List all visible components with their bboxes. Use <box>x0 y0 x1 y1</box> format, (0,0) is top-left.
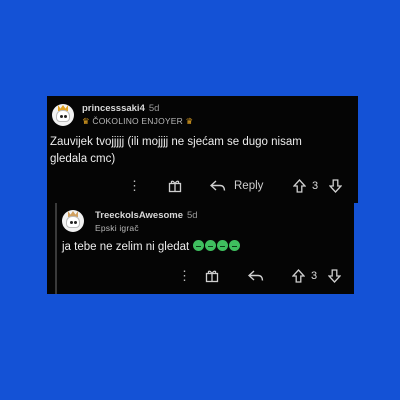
thread-line <box>55 203 57 294</box>
upvote-arrow-icon[interactable] <box>291 178 307 194</box>
crown-emoji-icon: ♛ <box>82 116 90 126</box>
reply-button[interactable] <box>247 268 265 284</box>
upvote-arrow-icon[interactable] <box>290 268 306 284</box>
downvote-arrow-icon[interactable] <box>327 178 343 194</box>
award-icon[interactable] <box>204 268 220 284</box>
crown-emoji-icon: ♛ <box>185 116 194 126</box>
downvote-arrow-icon[interactable] <box>326 268 342 284</box>
user-avatar[interactable] <box>62 210 84 232</box>
vote-count: 3 <box>311 180 319 192</box>
reply-arrow-icon <box>248 270 264 281</box>
award-icon[interactable] <box>167 178 183 194</box>
green-face-emoji-icon <box>217 240 229 251</box>
user-flair: Epski igrač <box>95 223 139 233</box>
reply-arrow-icon <box>210 180 226 191</box>
comment-body: Zauvijek tvojjjjj (ili mojjjj ne sjećam … <box>50 136 302 165</box>
comment-card: princesssaki4 5d ♛ ČOKOLINO ENJOYER ♛ Zau… <box>47 96 358 203</box>
more-options-icon[interactable]: ⋮ <box>127 178 143 194</box>
user-avatar[interactable] <box>52 104 74 126</box>
username[interactable]: princesssaki4 5d <box>82 103 159 114</box>
reply-button[interactable]: Reply <box>210 178 268 194</box>
comment-body: ja tebe ne zelim ni gledat <box>62 239 347 256</box>
comment-actions: ⋮ 3 <box>47 268 354 284</box>
comment-actions: ⋮ Reply 3 <box>47 178 358 194</box>
comment-age: 5d <box>187 210 198 221</box>
comment-age: 5d <box>148 103 160 114</box>
vote-count: 3 <box>310 270 318 282</box>
more-options-icon[interactable]: ⋮ <box>177 268 193 284</box>
user-flair: ♛ ČOKOLINO ENJOYER ♛ <box>82 116 194 126</box>
username[interactable]: TreeckoIsAwesome 5d <box>95 210 198 221</box>
green-face-emoji-icon <box>193 240 205 251</box>
reply-comment-card: TreeckoIsAwesome 5d Epski igrač ja tebe n… <box>47 198 354 294</box>
green-face-emoji-icon <box>205 240 217 251</box>
green-face-emoji-icon <box>229 240 241 251</box>
